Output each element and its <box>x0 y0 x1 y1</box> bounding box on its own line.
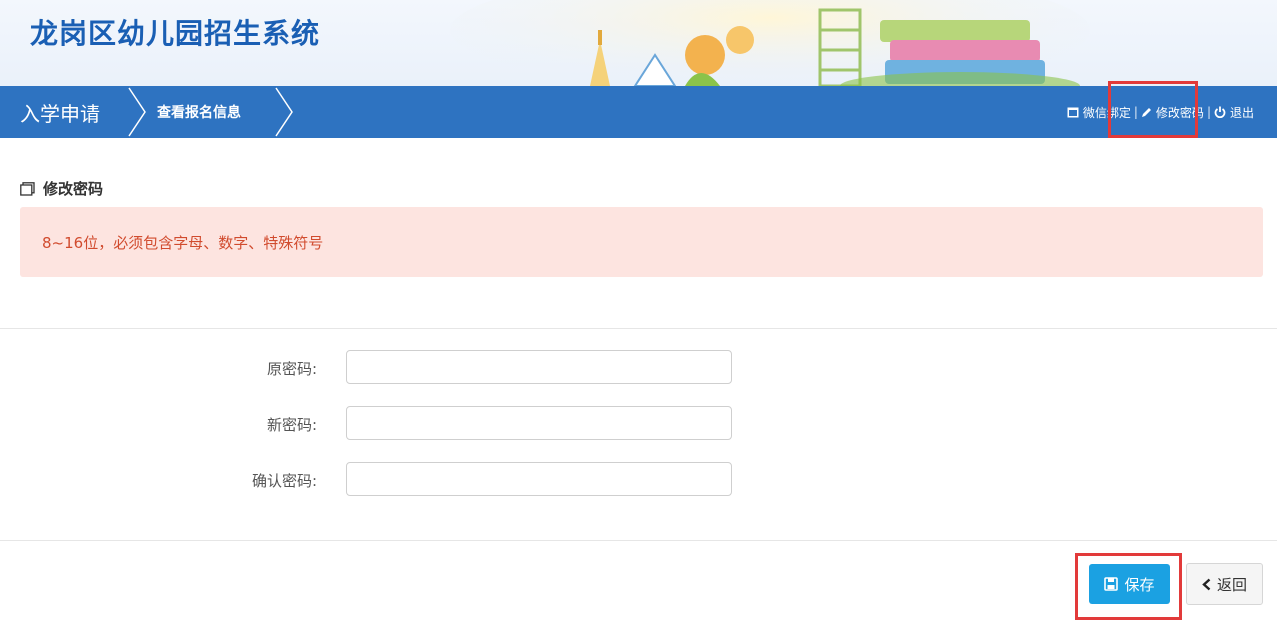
logout-label: 退出 <box>1229 105 1254 120</box>
site-header: 龙岗区幼儿园招生系统 <box>0 0 1277 86</box>
site-title: 龙岗区幼儿园招生系统 <box>30 17 321 50</box>
banner-illustration <box>450 0 1090 86</box>
nav-view-registration[interactable]: 查看报名信息 <box>157 86 241 138</box>
highlight-save-button <box>1075 553 1182 620</box>
section-title: 修改密码 <box>43 180 104 198</box>
section-header: 修改密码 <box>20 178 103 199</box>
confirm-password-label: 确认密码: <box>251 472 317 490</box>
confirm-password-row: 确认密码: <box>0 462 1277 498</box>
back-button[interactable]: 返回 <box>1186 563 1263 605</box>
breadcrumb-chevron-icon <box>275 87 293 137</box>
new-password-input[interactable] <box>346 406 732 440</box>
old-password-label: 原密码: <box>266 360 317 378</box>
old-password-input[interactable] <box>346 350 732 384</box>
breadcrumb-chevron-icon <box>128 87 146 137</box>
divider <box>0 540 1277 541</box>
window-icon <box>20 181 35 196</box>
new-password-label: 新密码: <box>266 416 317 434</box>
window-icon <box>1067 107 1079 117</box>
logout-link[interactable]: 退出 <box>1211 104 1257 121</box>
password-rule-alert: 8~16位，必须包含字母、数字、特殊符号 <box>20 207 1263 277</box>
alert-text: 8~16位，必须包含字母、数字、特殊符号 <box>42 233 324 252</box>
nav-apply[interactable]: 入学申请 <box>20 86 100 138</box>
divider <box>0 328 1277 329</box>
power-icon <box>1214 106 1226 118</box>
menu-separator: | <box>1206 105 1211 119</box>
new-password-row: 新密码: <box>0 406 1277 442</box>
chevron-left-icon <box>1202 578 1211 590</box>
main-navbar: 入学申请 查看报名信息 微信绑定 | 修改密码 | 退出 <box>0 86 1277 138</box>
back-label: 返回 <box>1216 575 1247 594</box>
old-password-row: 原密码: <box>0 350 1277 386</box>
highlight-change-password <box>1108 81 1198 138</box>
confirm-password-input[interactable] <box>346 462 732 496</box>
